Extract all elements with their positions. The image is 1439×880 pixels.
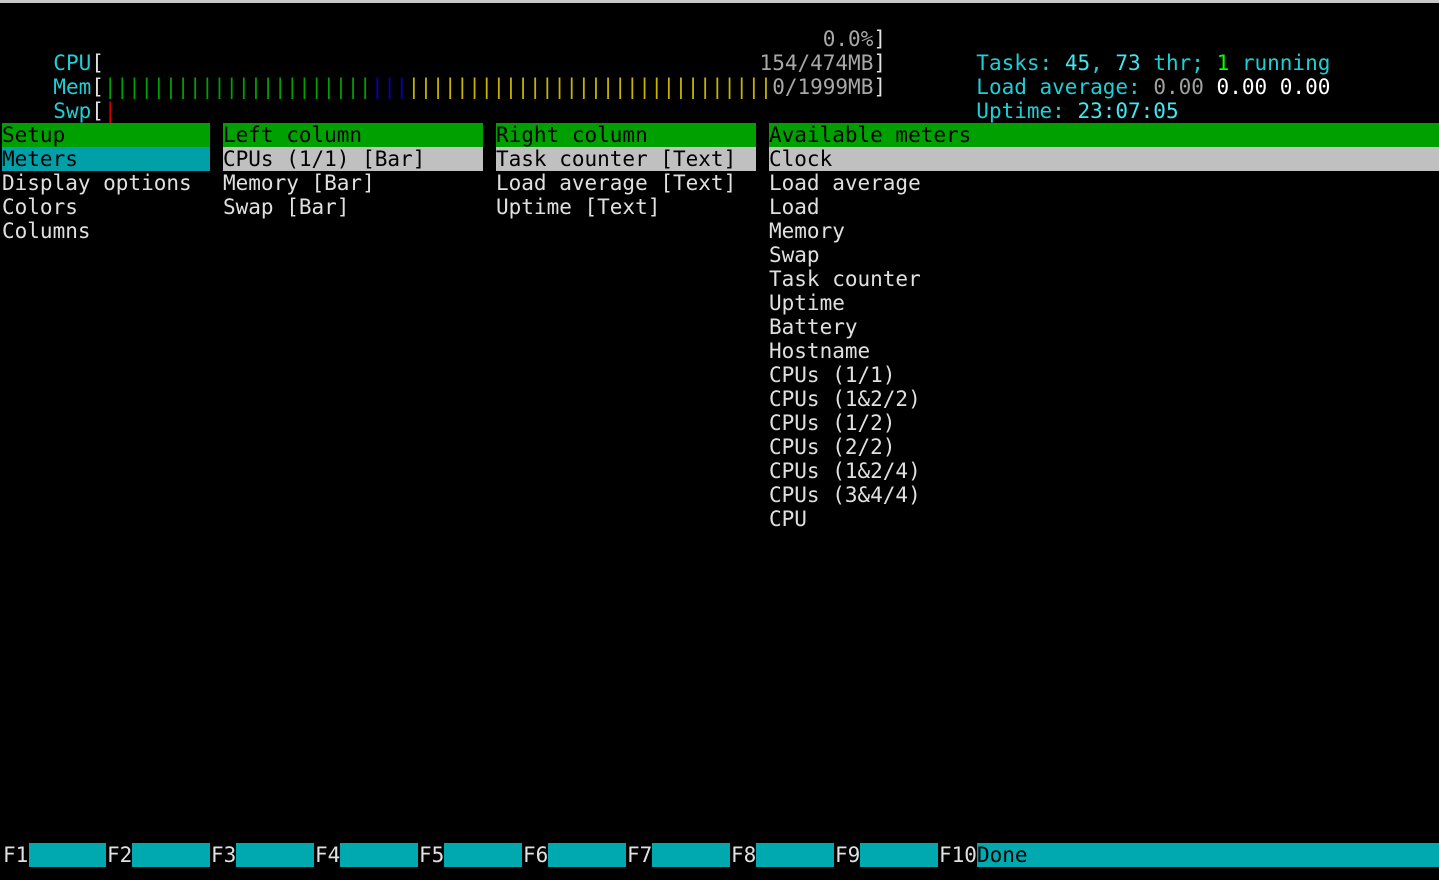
- setup-item-meters[interactable]: Meters: [2, 147, 210, 171]
- available-meter-item[interactable]: Clock: [769, 147, 1439, 171]
- cpu-meter: CPU[: [53, 51, 104, 75]
- available-meter-item[interactable]: Battery: [769, 315, 858, 339]
- left-column-item-memory[interactable]: Memory [Bar]: [223, 171, 375, 195]
- window-top-border: [0, 0, 1439, 3]
- f8-label[interactable]: [756, 843, 834, 867]
- tasks-summary: Tasks: 45, 73 thr; 1 running: [976, 51, 1331, 75]
- f3-label[interactable]: [236, 843, 314, 867]
- load-5min: 0.00: [1216, 75, 1268, 99]
- f5-key[interactable]: F5: [419, 843, 444, 867]
- f2-key[interactable]: F2: [107, 843, 132, 867]
- f6-label[interactable]: [548, 843, 626, 867]
- setup-item-display-options[interactable]: Display options: [2, 171, 192, 195]
- left-column-item-swap[interactable]: Swap [Bar]: [223, 195, 349, 219]
- f8-key[interactable]: F8: [731, 843, 756, 867]
- f9-label[interactable]: [860, 843, 938, 867]
- swp-meter-value: 0/1999MB]: [772, 75, 886, 99]
- available-meter-item[interactable]: Hostname: [769, 339, 870, 363]
- f6-key[interactable]: F6: [523, 843, 548, 867]
- available-meters-header: Available meters: [769, 123, 1439, 147]
- mem-used-bar: ||||||||||||||||||||||: [103, 75, 372, 99]
- right-column-item-uptime[interactable]: Uptime [Text]: [496, 195, 660, 219]
- right-column-item-load-average[interactable]: Load average [Text]: [496, 171, 736, 195]
- available-meter-item[interactable]: CPUs (1&2/4): [769, 459, 921, 483]
- available-meter-item[interactable]: CPU: [769, 507, 807, 531]
- f7-key[interactable]: F7: [627, 843, 652, 867]
- swp-meter-label: Swp: [53, 99, 92, 123]
- available-meter-item[interactable]: Uptime: [769, 291, 845, 315]
- uptime-summary: Uptime: 23:07:05: [976, 99, 1179, 123]
- f4-label[interactable]: [340, 843, 418, 867]
- left-column-item-cpus[interactable]: CPUs (1/1) [Bar]: [223, 147, 483, 171]
- f1-label[interactable]: [29, 843, 106, 867]
- setup-item-colors[interactable]: Colors: [2, 195, 78, 219]
- mem-meter-value: 154/474MB]: [759, 51, 886, 75]
- done-label[interactable]: Done: [977, 843, 1439, 867]
- available-meter-item[interactable]: CPUs (3&4/4): [769, 483, 921, 507]
- mem-buffers-bar: |||: [371, 75, 408, 99]
- available-meter-item[interactable]: CPUs (2/2): [769, 435, 895, 459]
- f4-key[interactable]: F4: [315, 843, 340, 867]
- mem-meter: Mem[||||||||||||||||||||||||||||||||||||…: [53, 75, 772, 99]
- available-meter-item[interactable]: Load: [769, 195, 820, 219]
- uptime-value: 23:07:05: [1077, 99, 1179, 123]
- f10-key[interactable]: F10: [939, 843, 977, 867]
- right-column-header: Right column: [496, 123, 756, 147]
- f1-key[interactable]: F1: [3, 843, 28, 867]
- setup-header: Setup: [2, 123, 210, 147]
- available-meter-item[interactable]: Swap: [769, 243, 820, 267]
- f2-label[interactable]: [132, 843, 210, 867]
- cpu-meter-value: 0.0%]: [822, 27, 886, 51]
- swp-used-bar: |: [103, 99, 117, 123]
- right-column-item-task-counter[interactable]: Task counter [Text]: [496, 147, 756, 171]
- f7-label[interactable]: [652, 843, 730, 867]
- available-meter-item[interactable]: Load average: [769, 171, 921, 195]
- available-meter-item[interactable]: CPUs (1/1): [769, 363, 895, 387]
- available-meter-item[interactable]: CPUs (1/2): [769, 411, 895, 435]
- available-meter-item[interactable]: Task counter: [769, 267, 921, 291]
- setup-item-columns[interactable]: Columns: [2, 219, 91, 243]
- load-15min: 0.00: [1279, 75, 1331, 99]
- f9-key[interactable]: F9: [835, 843, 860, 867]
- f3-key[interactable]: F3: [211, 843, 236, 867]
- left-column-header: Left column: [223, 123, 483, 147]
- f5-label[interactable]: [444, 843, 522, 867]
- available-meter-item[interactable]: CPUs (1&2/2): [769, 387, 921, 411]
- load-average-summary: Load average: 0.00 0.00 0.00: [976, 75, 1331, 99]
- function-key-bar: F1 F2 F3 F4 F5 F6 F7 F8 F9 F10 Done: [0, 843, 1439, 867]
- swp-meter: Swp[|: [53, 99, 117, 123]
- available-meter-item[interactable]: Memory: [769, 219, 845, 243]
